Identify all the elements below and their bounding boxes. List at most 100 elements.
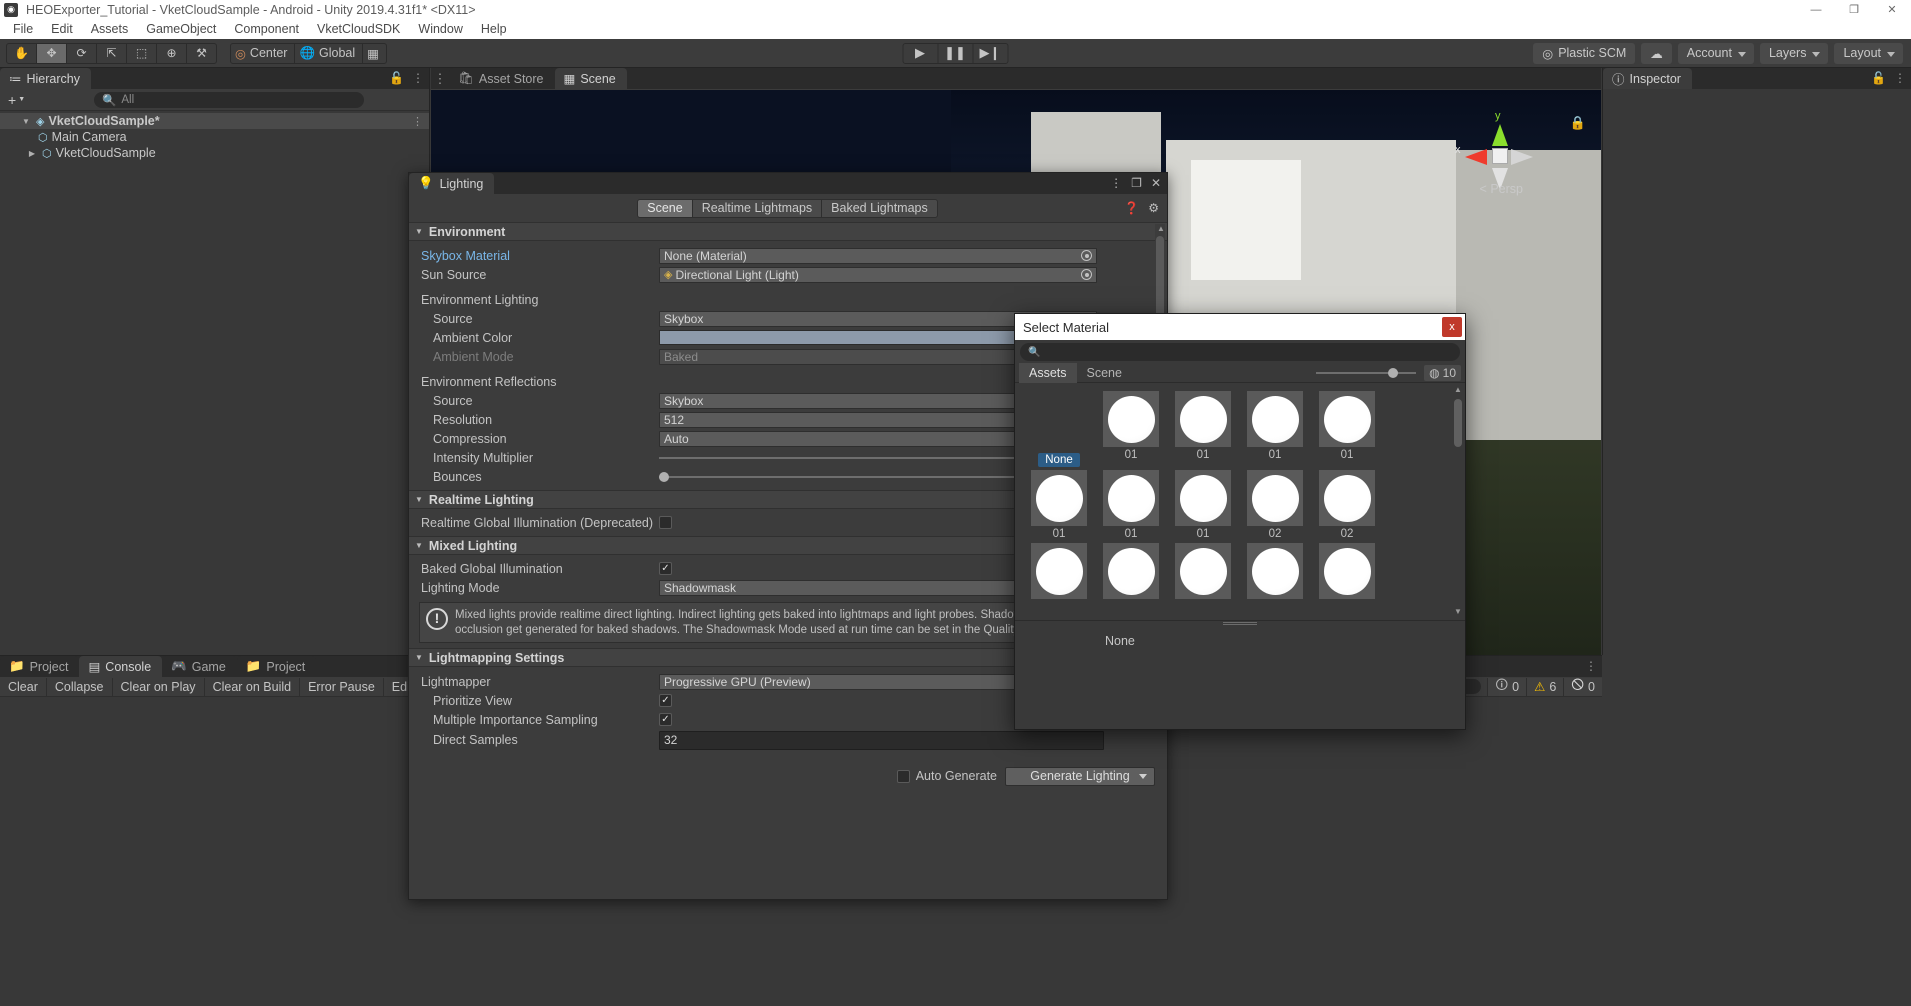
tab-project-left[interactable]: 📁 Project — [0, 656, 80, 677]
collapse-button[interactable]: Collapse — [46, 677, 113, 696]
scrollbar-thumb[interactable] — [1454, 399, 1462, 447]
gizmo-x-axis-cone[interactable] — [1465, 149, 1487, 165]
expand-arrow-icon[interactable]: ▼ — [20, 117, 32, 126]
section-header-environment[interactable]: ▼ Environment — [409, 222, 1167, 241]
material-cell-none[interactable]: None — [1025, 391, 1093, 467]
menu-assets[interactable]: Assets — [82, 19, 138, 39]
material-grid-scrollbar[interactable]: ▲ ▼ — [1453, 385, 1463, 616]
menu-vketcloudsdk[interactable]: VketCloudSDK — [308, 19, 409, 39]
slider-knob[interactable] — [659, 471, 669, 482]
skybox-material-field[interactable]: None (Material) — [659, 247, 1097, 264]
baked-gi-checkbox[interactable]: ✓ — [659, 562, 672, 575]
kebab-icon[interactable]: ⋮ — [431, 71, 449, 87]
tab-inspector[interactable]: ⓘ Inspector — [1603, 68, 1692, 89]
hierarchy-search-input[interactable]: 🔍 All — [94, 91, 365, 108]
gizmo-y-axis-cone[interactable] — [1492, 124, 1508, 146]
layers-button[interactable]: Layers — [1759, 42, 1829, 64]
hierarchy-row-vketcloudsample[interactable]: ▶ ⬡ VketCloudSample — [0, 145, 429, 161]
chevron-down-icon[interactable] — [1139, 773, 1147, 779]
kebab-icon[interactable]: ⋮ — [1585, 659, 1597, 673]
play-button[interactable]: ▶ — [902, 42, 938, 64]
menu-component[interactable]: Component — [225, 19, 308, 39]
clear-on-build-button[interactable]: Clear on Build — [204, 677, 301, 696]
object-picker-icon[interactable] — [1081, 250, 1092, 261]
collapse-arrow-icon[interactable]: ▶ — [26, 149, 38, 158]
kebab-icon[interactable]: ⋮ — [1110, 176, 1122, 190]
lock-icon[interactable]: 🔓 — [1871, 71, 1886, 85]
gizmo-center-cube[interactable] — [1492, 148, 1508, 164]
maximize-icon[interactable]: ❐ — [1131, 176, 1142, 190]
tab-realtime-lightmaps[interactable]: Realtime Lightmaps — [691, 198, 823, 218]
realtime-gi-checkbox[interactable] — [659, 516, 672, 529]
grid-snap-button[interactable]: ▦ — [362, 42, 387, 64]
clear-on-play-button[interactable]: Clear on Play — [112, 677, 205, 696]
pause-button[interactable]: ❚❚ — [937, 42, 973, 64]
transform-tool-icon[interactable]: ⊕ — [156, 42, 187, 64]
material-cell[interactable]: 01 — [1313, 391, 1381, 467]
lock-icon[interactable]: 🔓 — [389, 71, 404, 85]
select-material-search-input[interactable]: 🔍 — [1020, 343, 1460, 361]
gear-icon[interactable]: ⚙ — [1148, 201, 1159, 215]
prioritize-view-checkbox[interactable]: ✓ — [659, 694, 672, 708]
tab-asset-store[interactable]: 🛍 Asset Store — [449, 68, 555, 89]
object-picker-icon[interactable] — [1081, 269, 1092, 280]
menu-help[interactable]: Help — [472, 19, 516, 39]
material-cell[interactable]: 01 — [1169, 391, 1237, 467]
menu-file[interactable]: File — [4, 19, 42, 39]
mis-checkbox[interactable]: ✓ — [659, 713, 672, 727]
sun-source-field[interactable]: ◈ Directional Light (Light) — [659, 266, 1097, 283]
material-grid[interactable]: None 01 01 01 01 01 01 01 02 02 ▲ ▼ — [1015, 383, 1465, 620]
preview-size-slider[interactable] — [1316, 366, 1417, 380]
scroll-down-arrow-icon[interactable]: ▼ — [1454, 607, 1462, 616]
minimize-button[interactable]: — — [1797, 0, 1835, 19]
rect-tool-icon[interactable]: ⬚ — [126, 42, 157, 64]
rotate-tool-icon[interactable]: ⟳ — [66, 42, 97, 64]
warning-count-badge[interactable]: ⚠ 6 — [1526, 677, 1564, 696]
tab-game[interactable]: 🎮 Game — [162, 656, 237, 677]
custom-editor-tool-icon[interactable]: ⚒ — [186, 42, 217, 64]
tab-baked-lightmaps[interactable]: Baked Lightmaps — [821, 198, 938, 218]
scene-gizmo-lock-icon[interactable]: 🔒 — [1570, 115, 1586, 131]
slider-knob[interactable] — [1388, 367, 1399, 378]
cloud-button[interactable]: ☁ — [1641, 42, 1672, 64]
tab-scene[interactable]: Scene — [1077, 363, 1132, 383]
preview-count-badge[interactable]: ◍ 10 — [1424, 364, 1461, 381]
hierarchy-row-main-camera[interactable]: ⬡ Main Camera — [0, 129, 429, 145]
tab-hierarchy[interactable]: ≔ Hierarchy — [0, 68, 91, 89]
hierarchy-row-scene[interactable]: ▼ ◈ VketCloudSample* ⋮ — [0, 113, 429, 129]
layout-button[interactable]: Layout — [1834, 42, 1903, 64]
clear-button[interactable]: Clear — [0, 677, 47, 696]
close-button[interactable]: ✕ — [1873, 0, 1911, 19]
material-cell[interactable] — [1169, 543, 1237, 599]
gizmo-z-axis-cone[interactable] — [1511, 149, 1533, 165]
menu-gameobject[interactable]: GameObject — [137, 19, 225, 39]
generate-lighting-button[interactable]: Generate Lighting — [1005, 766, 1155, 786]
close-icon[interactable]: ✕ — [1151, 176, 1161, 190]
tab-scene[interactable]: ▦ Scene — [554, 68, 627, 89]
kebab-icon[interactable]: ⋮ — [412, 115, 423, 128]
tab-console[interactable]: ▤ Console — [79, 656, 163, 677]
auto-generate-group[interactable]: Auto Generate — [896, 769, 997, 783]
move-tool-icon[interactable]: ✥ — [36, 42, 67, 64]
auto-generate-checkbox[interactable] — [896, 769, 910, 783]
scroll-up-arrow-icon[interactable]: ▲ — [1157, 224, 1165, 233]
material-cell[interactable] — [1025, 543, 1093, 599]
scene-projection-label[interactable]: < Persp — [1480, 182, 1523, 196]
material-cell[interactable]: 02 — [1241, 470, 1309, 540]
material-cell[interactable] — [1097, 543, 1165, 599]
close-icon[interactable]: x — [1442, 317, 1462, 337]
log-count-badge[interactable]: 🛈 0 — [1487, 677, 1527, 696]
kebab-icon[interactable]: ⋮ — [412, 71, 424, 85]
error-count-badge[interactable]: 🛇 0 — [1563, 677, 1602, 696]
menu-edit[interactable]: Edit — [42, 19, 82, 39]
material-cell[interactable]: 01 — [1169, 470, 1237, 540]
material-cell[interactable]: 01 — [1241, 391, 1309, 467]
material-cell[interactable]: 01 — [1097, 391, 1165, 467]
kebab-icon[interactable]: ⋮ — [1894, 71, 1906, 85]
maximize-button[interactable]: ❐ — [1835, 0, 1873, 19]
plastic-scm-button[interactable]: ◎ Plastic SCM — [1533, 42, 1636, 64]
tab-assets[interactable]: Assets — [1019, 362, 1077, 383]
scale-tool-icon[interactable]: ⇱ — [96, 42, 127, 64]
material-cell[interactable]: 01 — [1025, 470, 1093, 540]
tab-project-right[interactable]: 📁 Project — [236, 656, 317, 677]
